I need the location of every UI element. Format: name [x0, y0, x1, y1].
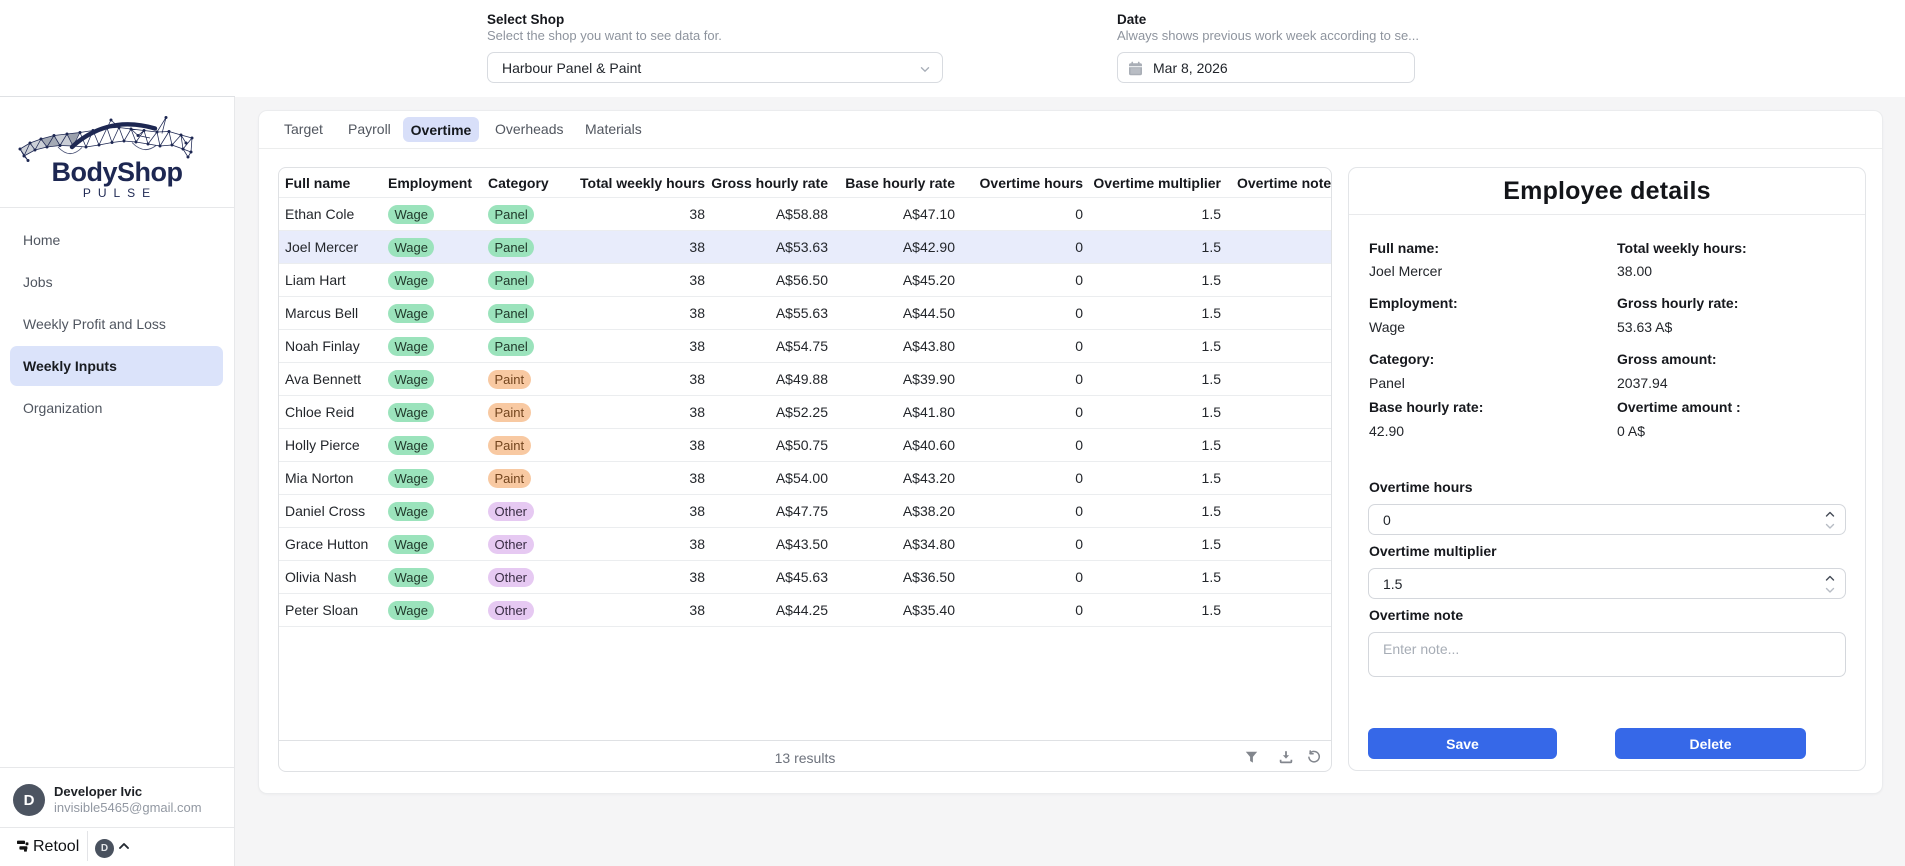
svg-text:PULSE: PULSE	[83, 186, 157, 200]
svg-text:BodyShop: BodyShop	[52, 157, 183, 187]
